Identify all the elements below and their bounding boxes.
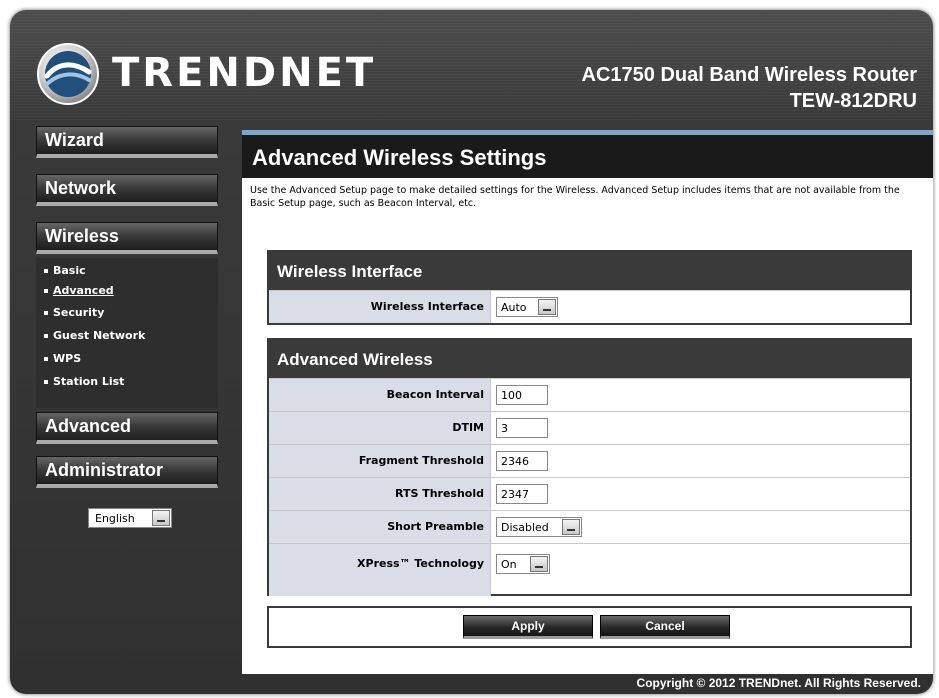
dropdown-arrow-icon[interactable] <box>530 556 548 572</box>
sidebar-item-wireless[interactable]: Wireless <box>36 222 218 254</box>
field-label: XPress™ Technology <box>269 544 491 596</box>
wireless-interface-row: Wireless Interface Auto <box>269 290 910 323</box>
field-label: Wireless Interface <box>269 291 491 323</box>
dtim-row: DTIM <box>269 411 910 444</box>
wireless-interface-select[interactable]: Auto <box>496 297 558 317</box>
content-panel: Use the Advanced Setup page to make deta… <box>242 178 933 674</box>
submenu-item-label: Basic <box>53 264 86 277</box>
sidebar-item-label: Administrator <box>45 460 164 480</box>
field-label: Beacon Interval <box>269 379 491 411</box>
short-preamble-select[interactable]: Disabled <box>496 517 582 537</box>
submenu-item-label: Guest Network <box>53 329 146 342</box>
dropdown-arrow-icon[interactable] <box>538 299 556 315</box>
section-heading: Wireless Interface <box>269 252 910 290</box>
select-value: Auto <box>501 301 527 314</box>
sidebar-item-label: Wireless <box>45 226 119 246</box>
field-label: DTIM <box>269 412 491 444</box>
select-value: On <box>501 558 517 571</box>
bullet-icon <box>44 289 48 293</box>
cancel-button[interactable]: Cancel <box>600 615 730 639</box>
bullet-icon <box>44 334 48 338</box>
sidebar-item-administrator[interactable]: Administrator <box>36 456 218 488</box>
xpress-technology-row: XPress™ Technology On <box>269 543 910 596</box>
section-heading: Advanced Wireless <box>269 340 910 378</box>
product-line: AC1750 Dual Band Wireless Router <box>581 64 917 86</box>
page-title: Advanced Wireless Settings <box>252 145 547 170</box>
field-label: Short Preamble <box>269 511 491 543</box>
short-preamble-row: Short Preamble Disabled <box>269 510 910 543</box>
bullet-icon <box>44 311 48 315</box>
dropdown-arrow-icon[interactable] <box>152 510 170 526</box>
sidebar-item-advanced[interactable]: Advanced <box>36 412 218 444</box>
dtim-input[interactable] <box>496 418 548 438</box>
fragment-threshold-input[interactable] <box>496 451 548 471</box>
rts-threshold-row: RTS Threshold <box>269 477 910 510</box>
submenu-item-label: Security <box>53 306 105 319</box>
fragment-threshold-row: Fragment Threshold <box>269 444 910 477</box>
page-description: Use the Advanced Setup page to make deta… <box>250 185 900 209</box>
wireless-interface-section: Wireless Interface Wireless Interface Au… <box>267 250 912 325</box>
dropdown-arrow-icon[interactable] <box>562 519 580 535</box>
rts-threshold-input[interactable] <box>496 484 548 504</box>
beacon-interval-row: Beacon Interval <box>269 378 910 411</box>
select-value: Disabled <box>501 521 549 534</box>
language-select[interactable]: English <box>88 508 172 528</box>
product-name: AC1750 Dual Band Wireless Router TEW-812… <box>582 62 917 114</box>
submenu-item-label: Advanced <box>53 284 114 297</box>
submenu-item-label: Station List <box>53 375 125 388</box>
language-value: English <box>95 512 135 525</box>
xpress-technology-select[interactable]: On <box>496 554 550 574</box>
sidebar-item-label: Wizard <box>45 130 104 150</box>
apply-button[interactable]: Apply <box>463 615 593 639</box>
copyright-text: Copyright © 2012 TRENDnet. All Rights Re… <box>636 676 921 690</box>
field-label: RTS Threshold <box>269 478 491 510</box>
router-admin-frame: TRENDNET AC1750 Dual Band Wireless Route… <box>10 10 933 694</box>
brand-name: TRENDNET <box>112 50 377 96</box>
sidebar-item-label: Advanced <box>45 416 132 436</box>
sidebar-item-network[interactable]: Network <box>36 174 218 206</box>
submenu-item-label: WPS <box>53 352 82 365</box>
wireless-submenu: Basic Advanced Security Guest Network WP… <box>36 258 218 408</box>
action-bar: Apply Cancel <box>267 606 912 648</box>
bullet-icon <box>44 269 48 273</box>
beacon-interval-input[interactable] <box>496 385 548 405</box>
bullet-icon <box>44 380 48 384</box>
sidebar-item-wizard[interactable]: Wizard <box>36 126 218 158</box>
model-number: TEW-812DRU <box>789 90 917 112</box>
bullet-icon <box>44 357 48 361</box>
field-label: Fragment Threshold <box>269 445 491 477</box>
sidebar-item-label: Network <box>45 178 117 198</box>
advanced-wireless-section: Advanced Wireless Beacon Interval DTIM F… <box>267 338 912 596</box>
trendnet-logo-icon <box>37 43 99 105</box>
title-bar: Advanced Wireless Settings <box>242 135 933 178</box>
